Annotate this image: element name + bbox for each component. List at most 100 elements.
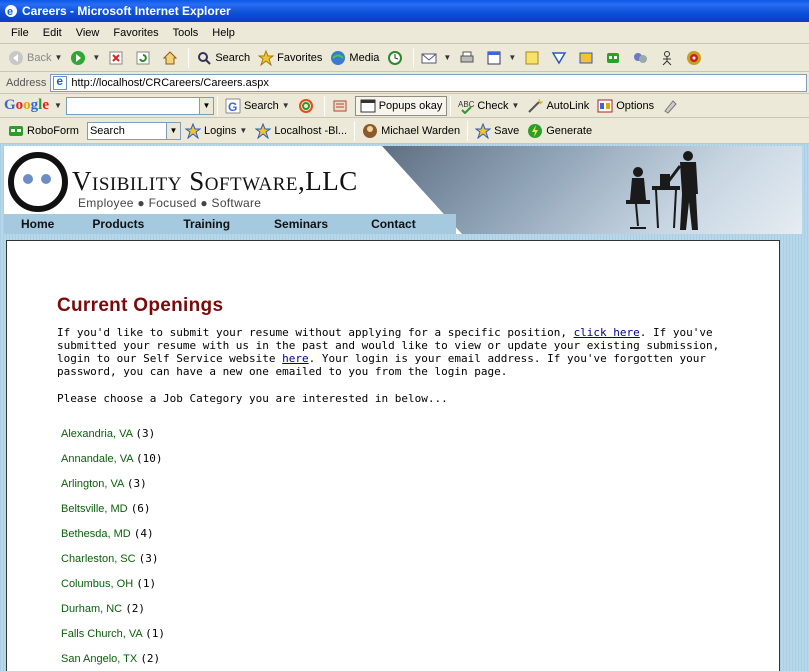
save-label: Save xyxy=(494,124,520,137)
refresh-button[interactable] xyxy=(131,47,158,69)
menu-view[interactable]: View xyxy=(69,27,107,39)
filter-button[interactable] xyxy=(547,47,574,69)
puzzle-button[interactable] xyxy=(574,47,601,69)
roboform-search-input[interactable]: Search ▼ xyxy=(86,121,181,140)
submit-resume-link[interactable]: click here xyxy=(574,326,640,339)
address-bar: Address http://localhost/CRCareers/Caree… xyxy=(0,72,809,94)
passcard-icon xyxy=(255,122,272,139)
menu-favorites[interactable]: Favorites xyxy=(106,27,165,39)
search-button[interactable]: Search xyxy=(192,47,254,69)
toolbar-separator xyxy=(450,95,452,116)
address-url: http://localhost/CRCareers/Careers.aspx xyxy=(71,76,269,89)
category-count: (10) xyxy=(136,452,163,465)
home-button[interactable] xyxy=(158,47,185,69)
print-button[interactable] xyxy=(455,47,482,69)
google-search-button[interactable]: G Search ▼ xyxy=(221,95,294,117)
google-menu-dropdown-icon[interactable]: ▼ xyxy=(54,101,62,110)
roboform-search-dropdown-icon[interactable]: ▼ xyxy=(165,122,180,139)
self-service-login-link[interactable]: here xyxy=(282,352,309,365)
nav-contact[interactable]: Contact xyxy=(371,217,416,231)
spellcheck-icon: ABC xyxy=(458,100,474,114)
list-item: San Angelo, TX (2) xyxy=(61,652,737,671)
page-icon xyxy=(53,74,68,90)
messenger-button[interactable] xyxy=(628,47,655,69)
category-link[interactable]: Beltsville, MD xyxy=(61,503,128,515)
localhost-login-button[interactable]: Localhost -Bl... xyxy=(251,120,351,142)
google-options-button[interactable]: Options xyxy=(593,95,658,117)
autolink-label: AutoLink xyxy=(546,99,590,112)
nav-seminars[interactable]: Seminars xyxy=(274,217,328,231)
list-item: Durham, NC (2) xyxy=(61,602,737,627)
category-link[interactable]: Falls Church, VA xyxy=(61,628,142,640)
stop-button[interactable] xyxy=(104,47,131,69)
generate-button[interactable]: Generate xyxy=(523,120,596,142)
logins-dropdown-icon[interactable]: ▼ xyxy=(239,126,247,135)
spell-check-button[interactable]: ABC Check ▼ xyxy=(454,95,523,117)
discuss-button[interactable] xyxy=(520,47,547,69)
menu-edit[interactable]: Edit xyxy=(36,27,69,39)
google-search-label: Search xyxy=(243,99,279,112)
roboform-toolbar: RoboForm Search ▼ Logins ▼ Localhost -Bl.… xyxy=(0,118,809,144)
back-button[interactable]: Back ▼ xyxy=(4,47,66,69)
roboform-menu-button[interactable]: RoboForm xyxy=(4,120,83,142)
logo-eye-left xyxy=(23,174,33,184)
media-icon xyxy=(331,50,346,65)
check-dropdown-icon[interactable]: ▼ xyxy=(512,101,520,110)
nav-training[interactable]: Training xyxy=(183,217,230,231)
research-button[interactable] xyxy=(682,47,709,69)
forward-dropdown-icon[interactable]: ▼ xyxy=(92,53,100,62)
save-icon xyxy=(475,122,492,139)
edit-dropdown-icon[interactable]: ▼ xyxy=(508,53,516,62)
category-link[interactable]: Columbus, OH xyxy=(61,578,133,590)
google-news-button[interactable] xyxy=(328,95,355,117)
popups-okay-button[interactable]: Popups okay xyxy=(354,95,448,116)
logins-button[interactable]: Logins ▼ xyxy=(181,120,251,142)
nav-home[interactable]: Home xyxy=(21,217,54,231)
category-link[interactable]: Durham, NC xyxy=(61,603,122,615)
company-tagline: Employee ● Focused ● Software xyxy=(78,196,262,210)
category-link[interactable]: Arlington, VA xyxy=(61,478,124,490)
identity-button[interactable]: Michael Warden xyxy=(358,120,464,142)
roboform-label: RoboForm xyxy=(27,124,79,137)
category-link[interactable]: Bethesda, MD xyxy=(61,528,131,540)
roboform-robot-icon xyxy=(9,125,23,136)
menu-tools[interactable]: Tools xyxy=(166,27,206,39)
forward-button[interactable]: ▼ xyxy=(66,47,104,69)
robot-button[interactable] xyxy=(601,47,628,69)
category-link[interactable]: San Angelo, TX xyxy=(61,653,137,665)
svg-text:G: G xyxy=(228,100,237,114)
autolink-button[interactable]: AutoLink xyxy=(523,95,593,117)
google-search-dropdown-icon[interactable]: ▼ xyxy=(198,97,213,114)
google-search-input[interactable]: ▼ xyxy=(65,96,214,115)
mail-button[interactable]: ▼ xyxy=(417,47,455,69)
page-viewport[interactable]: Visibility Software,LLC Employee ● Focus… xyxy=(0,144,809,671)
category-link[interactable]: Alexandria, VA xyxy=(61,428,132,440)
menu-help[interactable]: Help xyxy=(205,27,242,39)
category-link[interactable]: Charleston, SC xyxy=(61,553,136,565)
highlighter-icon xyxy=(664,99,677,114)
google-pagerank-button[interactable] xyxy=(294,95,321,117)
forward-arrow-icon xyxy=(71,50,86,65)
category-count: (3) xyxy=(126,477,147,490)
category-link[interactable]: Annandale, VA xyxy=(61,453,133,465)
logins-icon xyxy=(184,122,201,139)
nav-products[interactable]: Products xyxy=(92,217,144,231)
google-search-button-dropdown-icon[interactable]: ▼ xyxy=(282,101,290,110)
media-button[interactable]: Media xyxy=(326,47,383,69)
category-count: (1) xyxy=(136,577,157,590)
edit-button[interactable]: ▼ xyxy=(482,47,520,69)
user-identity-icon xyxy=(363,123,378,138)
back-dropdown-icon[interactable]: ▼ xyxy=(54,53,62,62)
highlight-button[interactable] xyxy=(658,95,685,117)
favorites-button[interactable]: Favorites xyxy=(254,47,326,69)
address-label: Address xyxy=(6,76,47,89)
google-logo[interactable]: Google xyxy=(4,97,49,114)
address-input[interactable]: http://localhost/CRCareers/Careers.aspx xyxy=(50,73,807,92)
person-button[interactable] xyxy=(655,47,682,69)
mail-dropdown-icon[interactable]: ▼ xyxy=(443,53,451,62)
history-icon xyxy=(388,50,403,65)
options-icon xyxy=(597,99,613,112)
history-button[interactable] xyxy=(383,47,410,69)
menu-file[interactable]: File xyxy=(4,27,36,39)
roboform-save-button[interactable]: Save xyxy=(471,120,523,142)
